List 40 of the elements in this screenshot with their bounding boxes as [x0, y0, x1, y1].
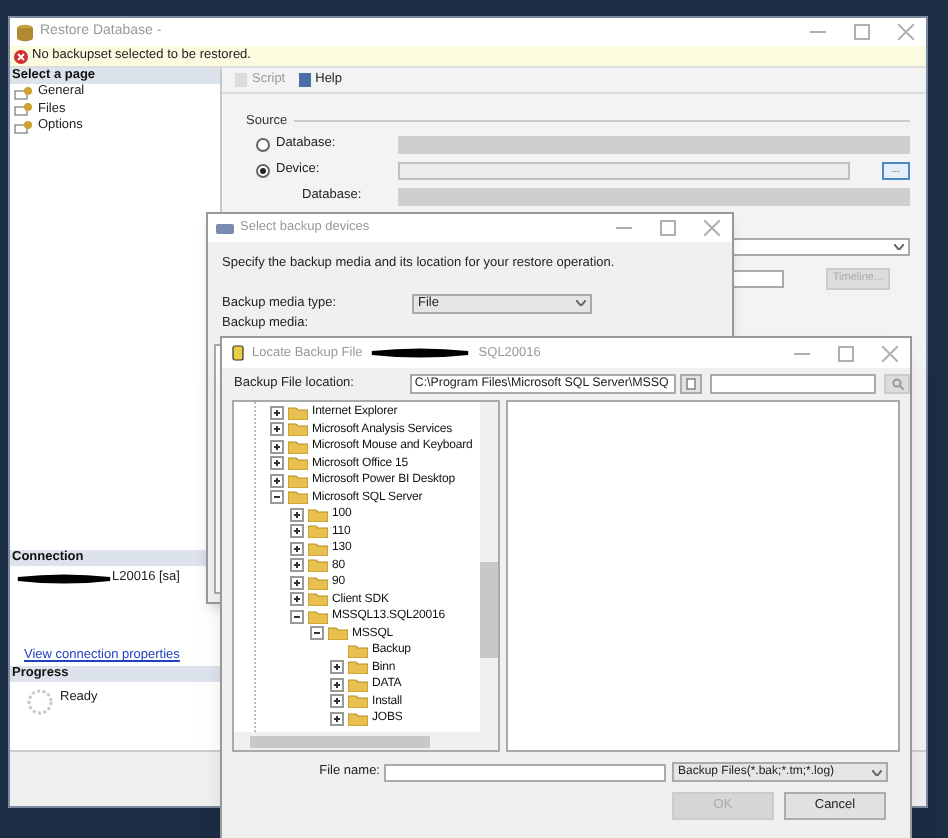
expand-icon[interactable] — [290, 592, 304, 607]
help-icon — [297, 72, 312, 88]
chevron-down-icon — [576, 300, 586, 307]
search-icon — [891, 378, 904, 390]
tape-drive-icon — [216, 223, 234, 233]
expand-icon[interactable] — [330, 677, 344, 692]
expand-icon[interactable] — [270, 439, 284, 454]
device-field[interactable] — [398, 161, 850, 180]
database-icon — [232, 344, 244, 362]
collapse-icon[interactable] — [270, 490, 284, 505]
expand-icon[interactable] — [270, 456, 284, 471]
chevron-down-icon — [894, 244, 904, 251]
radio-button[interactable] — [256, 137, 270, 152]
expand-icon[interactable] — [290, 558, 304, 573]
error-icon — [14, 49, 28, 63]
expand-icon[interactable] — [290, 507, 304, 522]
expand-icon[interactable] — [330, 711, 344, 726]
expand-icon[interactable] — [330, 694, 344, 709]
database-icon — [16, 23, 34, 41]
folder-tree[interactable] — [232, 400, 500, 752]
chevron-down-icon — [872, 769, 882, 775]
collapse-icon[interactable] — [310, 626, 324, 641]
spinner-icon — [26, 688, 54, 716]
expand-icon[interactable] — [270, 405, 284, 420]
redaction-mark — [16, 573, 112, 583]
expand-icon[interactable] — [270, 473, 284, 488]
scrollbar[interactable] — [234, 732, 498, 750]
expand-icon[interactable] — [290, 524, 304, 539]
collapse-icon[interactable] — [290, 609, 304, 624]
search-field[interactable] — [709, 374, 877, 394]
redaction-mark — [370, 348, 471, 358]
folder-button[interactable] — [679, 374, 702, 394]
expand-icon[interactable] — [290, 575, 304, 590]
expand-icon[interactable] — [330, 660, 344, 675]
file-name-field[interactable] — [384, 763, 666, 781]
document-icon — [685, 378, 696, 390]
radio-button[interactable] — [256, 163, 270, 178]
scrollbar[interactable] — [480, 402, 498, 732]
expand-icon[interactable] — [270, 422, 284, 437]
expand-icon[interactable] — [290, 541, 304, 556]
